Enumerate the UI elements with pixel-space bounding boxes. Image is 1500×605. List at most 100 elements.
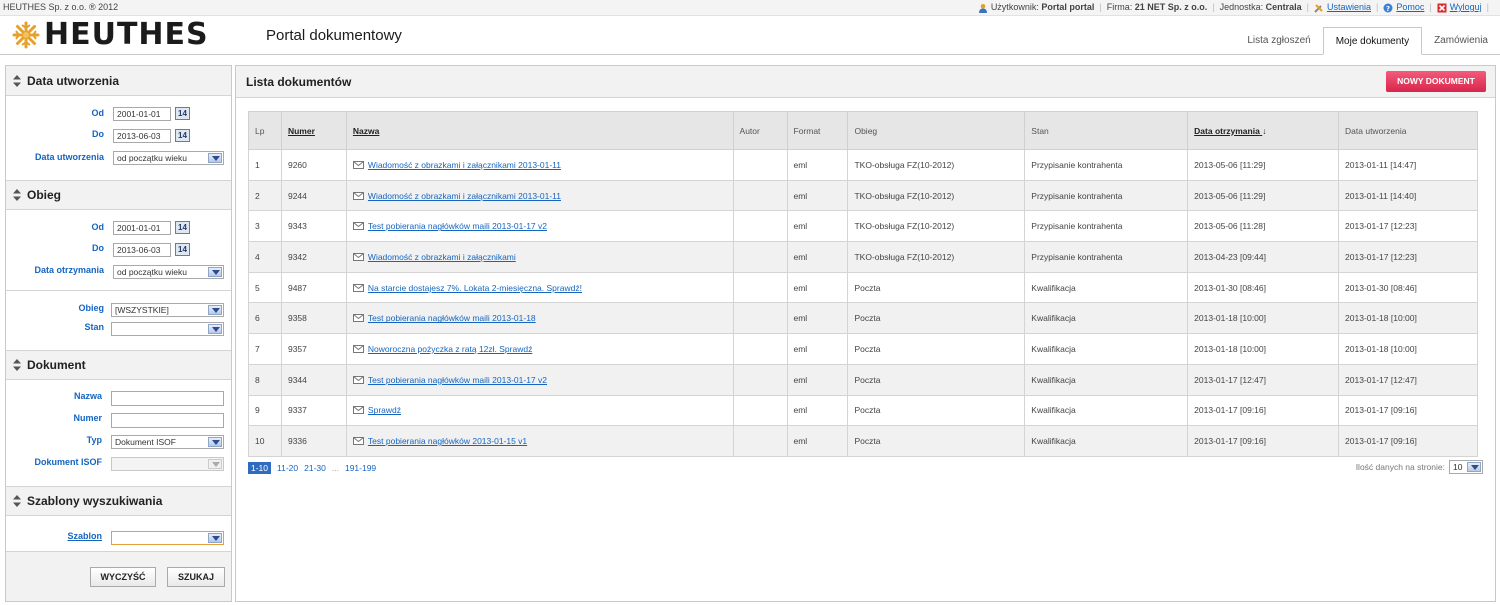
filter-panel: Data utworzenia Od 2001-01-01 14 Do 2013… [5,65,232,602]
section-document-header[interactable]: Dokument [6,350,231,380]
calendar-icon[interactable]: 14 [175,243,190,256]
table-row[interactable]: 4 9342 Wiadomość z obrazkami i załącznikam… [248,241,1478,273]
cell-nazwa[interactable]: Na starcie dostajesz 7%. Lokata 2-miesię… [345,271,734,304]
calendar-icon[interactable]: 14 [175,221,190,234]
search-button[interactable]: SZUKAJ [167,567,225,587]
top-bar: HEUTHES Sp. z o.o. ® 2012 Użytkownik: Po… [0,0,1500,16]
tab-zamowienia[interactable]: Zamówienia [1422,27,1500,55]
cell-nazwa[interactable]: Test pobierania nagłówków maili 2013-01-… [345,363,734,396]
user-label: Użytkownik: [990,2,1039,12]
table-row[interactable]: 10 9336 Test pobierania nagłówków 2013-01-… [248,425,1478,457]
section-workflow-header[interactable]: Obieg [6,180,231,210]
document-type-select[interactable]: Dokument ISOF [111,435,224,449]
svg-text:?: ? [1386,5,1390,13]
page-link[interactable]: 11-20 [277,463,298,473]
document-number-input[interactable] [111,413,224,428]
cell-obieg: Poczta [847,425,1026,457]
received-to-input[interactable]: 2013-06-03 [113,243,171,257]
document-link[interactable]: Test pobierania nagłówków maili 2013-01-… [368,221,547,231]
received-range-select[interactable]: od początku wieku [113,265,224,279]
column-numer[interactable]: Numer [280,111,347,150]
page-link[interactable]: 21-30 [304,463,326,473]
document-link[interactable]: Test pobierania nagłówków maili 2013-01-… [368,313,536,323]
cell-numer: 9358 [280,302,347,335]
collapse-toggle-icon [13,359,21,371]
cell-autor [732,271,788,304]
page-link-current[interactable]: 1-10 [248,462,272,474]
document-name-input[interactable] [111,391,224,406]
table-row[interactable]: 8 9344 Test pobierania nagłówków maili 201… [248,363,1478,396]
cell-nazwa[interactable]: Wiadomość z obrazkami i załącznikami 201… [345,149,734,181]
new-document-button[interactable]: NOWY DOKUMENT [1386,71,1486,92]
document-link[interactable]: Wiadomość z obrazkami i załącznikami 201… [368,191,561,201]
cell-data-utworzenia: 2013-01-17 [12:23] [1338,210,1478,243]
section-date-created-header[interactable]: Data utworzenia [6,66,231,96]
cell-nazwa[interactable]: Wiadomość z obrazkami i załącznikami [345,241,734,273]
column-autor: Autor [732,111,788,150]
document-link[interactable]: Test pobierania nagłówków 2013-01-15 v1 [368,436,527,446]
per-page-select[interactable]: 10 [1449,460,1483,474]
cell-nazwa[interactable]: Noworoczna pożyczka z ratą 12zł. Sprawdź [345,333,734,365]
table-row[interactable]: 5 9487 Na starcie dostajesz 7%. Lokata 2-m… [248,271,1478,304]
cell-nazwa[interactable]: Test pobierania nagłówków maili 2013-01-… [345,302,734,335]
collapse-toggle-icon [13,74,21,87]
table-row[interactable]: 6 9358 Test pobierania nagłówków maili 201… [248,302,1478,335]
workflow-select[interactable]: [WSZYSTKIE] [111,303,224,317]
cell-stan: Kwalifikacja [1024,394,1189,427]
clear-button[interactable]: WYCZYŚĆ [90,567,156,587]
settings-link[interactable]: Ustawienia [1327,0,1371,15]
date-created-from-input[interactable]: 2001-01-01 [113,107,171,121]
logout-link[interactable]: Wyloguj [1450,0,1482,15]
dropdown-arrow-icon [208,459,222,469]
cell-lp: 2 [248,179,282,212]
filter-actions: WYCZYŚĆ SZUKAJ [6,551,231,601]
table-row[interactable]: 9 9337 Sprawdź eml Poczta Kwalifikacja 2013-01… [248,394,1478,427]
column-data-otrzymania[interactable]: Data otrzymania ↓ [1187,111,1340,150]
cell-stan: Przypisanie kontrahenta [1024,179,1189,212]
calendar-icon[interactable]: 14 [175,107,190,120]
cell-nazwa[interactable]: Wiadomość z obrazkami i załącznikami 201… [345,179,734,212]
table-row[interactable]: 7 9357 Noworoczna pożyczka z ratą 12zł. Sp… [248,333,1478,365]
calendar-icon[interactable]: 14 [175,129,190,142]
document-link[interactable]: Test pobierania nagłówków maili 2013-01-… [368,375,547,385]
column-nazwa[interactable]: Nazwa [345,111,734,150]
cell-nazwa[interactable]: Test pobierania nagłówków maili 2013-01-… [345,210,734,243]
divider: | [1099,2,1102,12]
cell-data-otrzymania: 2013-05-06 [11:28] [1187,210,1340,243]
page-ellipsis: ... [331,463,339,473]
date-created-range-select[interactable]: od początku wieku [113,151,224,165]
tab-lista-zgloszen[interactable]: Lista zgłoszeń [1235,27,1322,55]
help-link[interactable]: Pomoc [1396,0,1424,15]
state-select[interactable] [111,322,224,336]
cell-obieg: TKO-obsługa FZ(10-2012) [847,241,1026,273]
document-link[interactable]: Na starcie dostajesz 7%. Lokata 2-miesię… [368,283,582,293]
section-templates-header[interactable]: Szablony wyszukiwania [6,486,231,516]
cell-format: eml [786,179,849,212]
cell-nazwa[interactable]: Test pobierania nagłówków 2013-01-15 v1 [345,425,734,457]
table-row[interactable]: 2 9244 Wiadomość z obrazkami i załącznikam… [248,179,1478,212]
cell-data-utworzenia: 2013-01-17 [09:16] [1338,394,1478,427]
date-created-to-input[interactable]: 2013-06-03 [113,129,171,143]
tab-moje-dokumenty[interactable]: Moje dokumenty [1322,27,1423,55]
cell-lp: 7 [248,333,282,365]
document-link[interactable]: Wiadomość z obrazkami i załącznikami [368,252,516,262]
template-select[interactable] [111,531,224,545]
document-link[interactable]: Sprawdź [368,405,401,415]
page-link[interactable]: 191-199 [345,463,376,473]
table-row[interactable]: 1 9260 Wiadomość z obrazkami i załącznikam… [248,149,1478,181]
cell-lp: 1 [248,149,282,181]
received-from-input[interactable]: 2001-01-01 [113,221,171,235]
cell-stan: Kwalifikacja [1024,333,1189,365]
table-row[interactable]: 3 9343 Test pobierania nagłówków maili 201… [248,210,1478,243]
cell-autor [732,241,788,273]
section-title: Dokument [27,358,86,372]
section-workflow-body: Od 2001-01-01 14 Do 2013-06-03 14 Data o… [6,210,231,350]
cell-numer: 9344 [280,363,347,396]
document-link[interactable]: Wiadomość z obrazkami i załącznikami 201… [368,160,561,170]
cell-format: eml [786,210,849,243]
template-label[interactable]: Szablon [6,530,102,542]
document-link[interactable]: Noworoczna pożyczka z ratą 12zł. Sprawdź [368,344,532,354]
cell-nazwa[interactable]: Sprawdź [345,394,734,427]
isof-document-select[interactable] [111,457,224,471]
unit-label: Jednostka: [1219,2,1264,12]
